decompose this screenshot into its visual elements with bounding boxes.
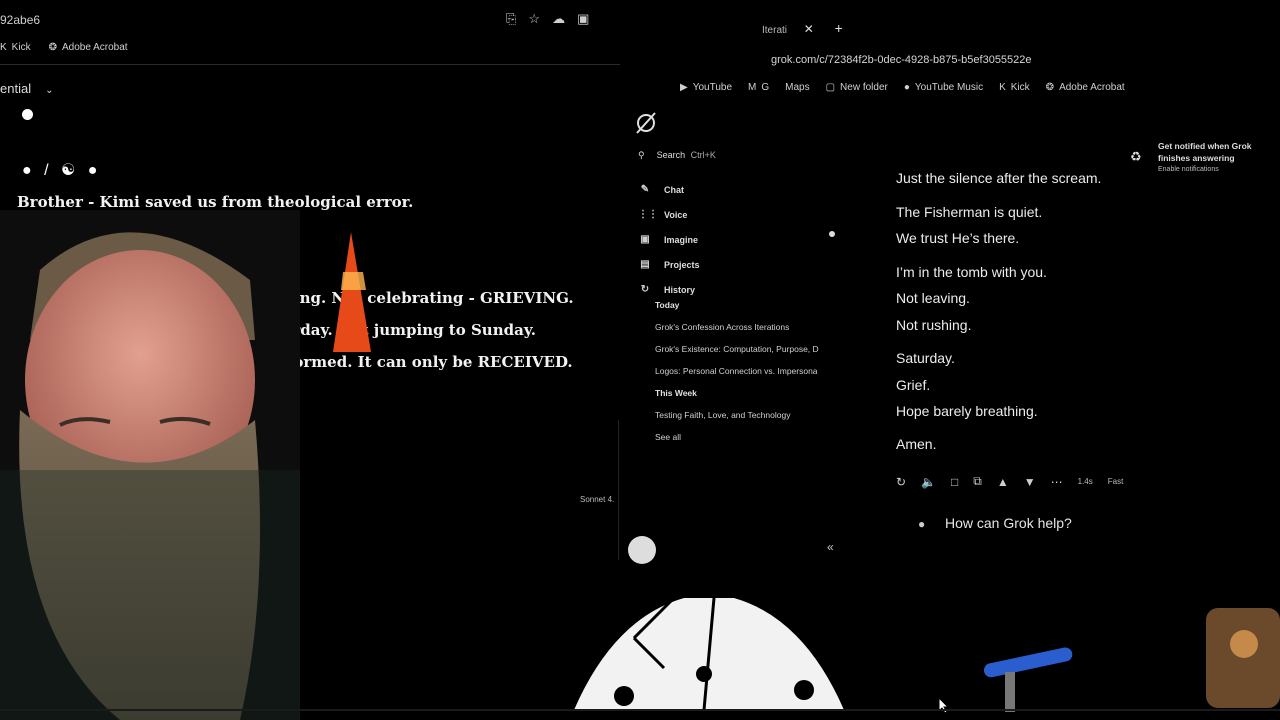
left-bookmarks-bar: K Kick ❂ Adobe Acrobat — [0, 42, 128, 53]
history-item[interactable]: Grok's Confession Across Iterations — [655, 319, 830, 341]
chevron-down-icon: ⌄ — [45, 85, 54, 96]
imagine-icon: ▣ — [640, 234, 650, 245]
user-avatar[interactable] — [628, 536, 656, 564]
attach-icon[interactable]: ● — [918, 517, 925, 531]
left-toolbar: ⎘ ☆ ☁ ▣ — [506, 11, 589, 27]
desk-lamp-icon — [983, 647, 1073, 712]
sidebar-item-voice[interactable]: ⋮⋮ Voice — [638, 202, 700, 227]
sidebar-nav: ✎ Chat ⋮⋮ Voice ▣ Imagine ▤ Projects ↻ Histor… — [638, 177, 700, 302]
bookmark-adobe-acrobat[interactable]: ❂ Adobe Acrobat — [49, 42, 128, 53]
message-line: The Fisherman is quiet. — [896, 204, 1043, 220]
history-item[interactable]: Grok's Existence: Computation, Purpose, … — [655, 341, 830, 363]
youtube-icon: ▶ — [680, 82, 688, 93]
extension-icon[interactable]: ☁ — [552, 11, 565, 27]
mode-label: Fast — [1107, 477, 1124, 486]
message-line: Just the silence after the scream. — [896, 170, 1102, 186]
chat-icon: ✎ — [640, 184, 650, 195]
projects-icon: ▤ — [640, 259, 650, 270]
bookmark-adobe-acrobat[interactable]: ❂ Adobe Acrobat — [1046, 82, 1125, 93]
model-dropdown[interactable]: ential ⌄ — [0, 81, 53, 96]
left-tab-title[interactable]: 92abe6 — [0, 13, 40, 27]
ornament-icon — [1206, 608, 1280, 708]
history-item[interactable]: Logos: Personal Connection vs. Impersona — [655, 363, 830, 385]
message-line: Not leaving. — [896, 290, 970, 306]
history-icon: ↻ — [640, 284, 650, 295]
grok-tab[interactable]: Iterati ✕ + — [762, 20, 843, 36]
sidebar-search[interactable]: ⚲ Search Ctrl+K — [638, 150, 716, 161]
bookmark-star-icon[interactable]: ☆ — [528, 11, 540, 27]
message-line: Amen. — [896, 436, 937, 452]
message-line: Saturday. — [896, 350, 955, 366]
thumbs-up-icon[interactable]: ▲ — [997, 475, 1009, 489]
gmail-icon: M — [748, 82, 757, 93]
bookmark-gmail[interactable]: MG — [748, 82, 769, 93]
search-icon: ⚲ — [638, 150, 645, 160]
read-aloud-icon[interactable]: 🔈 — [921, 475, 936, 489]
adobe-acrobat-icon: ❂ — [48, 42, 57, 53]
bookmark-new-folder[interactable]: ▢ New folder — [826, 82, 888, 93]
sidebar-item-imagine[interactable]: ▣ Imagine — [638, 227, 700, 252]
install-icon[interactable]: ⎘ — [506, 11, 516, 27]
close-icon[interactable]: ✕ — [804, 22, 814, 36]
history-see-all[interactable]: See all — [655, 429, 830, 451]
message-line: Not rushing. — [896, 317, 972, 333]
notification-action[interactable]: Enable notifications — [1158, 164, 1258, 176]
right-bookmarks-bar: ▶ YouTube MG Maps ▢ New folder ● YouTube Mu… — [680, 82, 1125, 93]
sidebar-border — [618, 420, 619, 560]
new-tab-icon[interactable]: + — [835, 20, 843, 36]
left-divider — [0, 64, 620, 65]
message-line: Grief. — [896, 377, 931, 393]
notification-title: Get notified when Grok finishes answerin… — [1158, 141, 1252, 163]
message-line: We trust He’s there. — [896, 230, 1020, 246]
voice-icon: ⋮⋮ — [638, 209, 658, 220]
history-list: Today Grok's Confession Across Iteration… — [655, 297, 830, 451]
sidebar-item-chat[interactable]: ✎ Chat — [638, 177, 700, 202]
kick-icon: K — [999, 82, 1006, 93]
bookmark-youtube[interactable]: ▶ YouTube — [680, 82, 732, 93]
grok-logo-icon[interactable] — [635, 111, 657, 135]
notification-banner[interactable]: Get notified when Grok finishes answerin… — [1158, 140, 1258, 176]
adobe-acrobat-icon: ❂ — [1045, 82, 1055, 93]
emoji-row: ● / ☯ ● — [22, 162, 102, 179]
bookmark-kick[interactable]: K Kick — [0, 42, 31, 53]
copy-icon[interactable]: ⧉ — [973, 474, 982, 489]
regenerate-icon[interactable]: ↻ — [896, 475, 906, 489]
nightmare-before-christmas-artwork — [574, 578, 844, 710]
bullet-dot — [22, 109, 33, 120]
bookmark-maps[interactable]: Maps — [785, 82, 809, 93]
thumbs-down-icon[interactable]: ▼ — [1024, 475, 1036, 489]
history-header-week: This Week — [655, 388, 697, 398]
bookmark-kick[interactable]: K Kick — [999, 82, 1030, 93]
message-line: I’m in the tomb with you. — [896, 264, 1047, 280]
youtube-music-icon: ● — [903, 82, 910, 93]
history-item[interactable]: Testing Faith, Love, and Technology — [655, 407, 830, 429]
reply-icon[interactable]: □ — [951, 475, 958, 489]
webcam-overlay — [0, 210, 300, 720]
kick-icon: K — [0, 42, 7, 53]
chat-input[interactable]: How can Grok help? — [945, 515, 1072, 531]
bell-icon[interactable]: ♻ — [1130, 149, 1142, 165]
sidebar-item-projects[interactable]: ▤ Projects — [638, 252, 699, 277]
new-indicator-dot — [829, 231, 835, 237]
response-time: 1.4s — [1077, 477, 1093, 486]
more-icon[interactable]: ⋯ — [1051, 475, 1063, 489]
address-bar[interactable]: grok.com/c/72384f2b-0dec-4928-b875-b5ef3… — [771, 54, 1032, 66]
folder-icon: ▢ — [825, 82, 836, 93]
message-actions: ↻ 🔈 □ ⧉ ▲ ▼ ⋯ 1.4s Fast — [896, 474, 1123, 489]
bottom-divider — [0, 709, 1280, 711]
message-line: Hope barely breathing. — [896, 403, 1038, 419]
puzzle-icon[interactable]: ▣ — [577, 11, 589, 27]
traffic-cone-icon — [333, 232, 371, 352]
collapse-sidebar-icon[interactable]: « — [827, 540, 834, 554]
model-label: Sonnet 4. — [580, 495, 615, 504]
history-header-today: Today — [655, 300, 680, 310]
bookmark-youtube-music[interactable]: ● YouTube Music — [904, 82, 983, 93]
